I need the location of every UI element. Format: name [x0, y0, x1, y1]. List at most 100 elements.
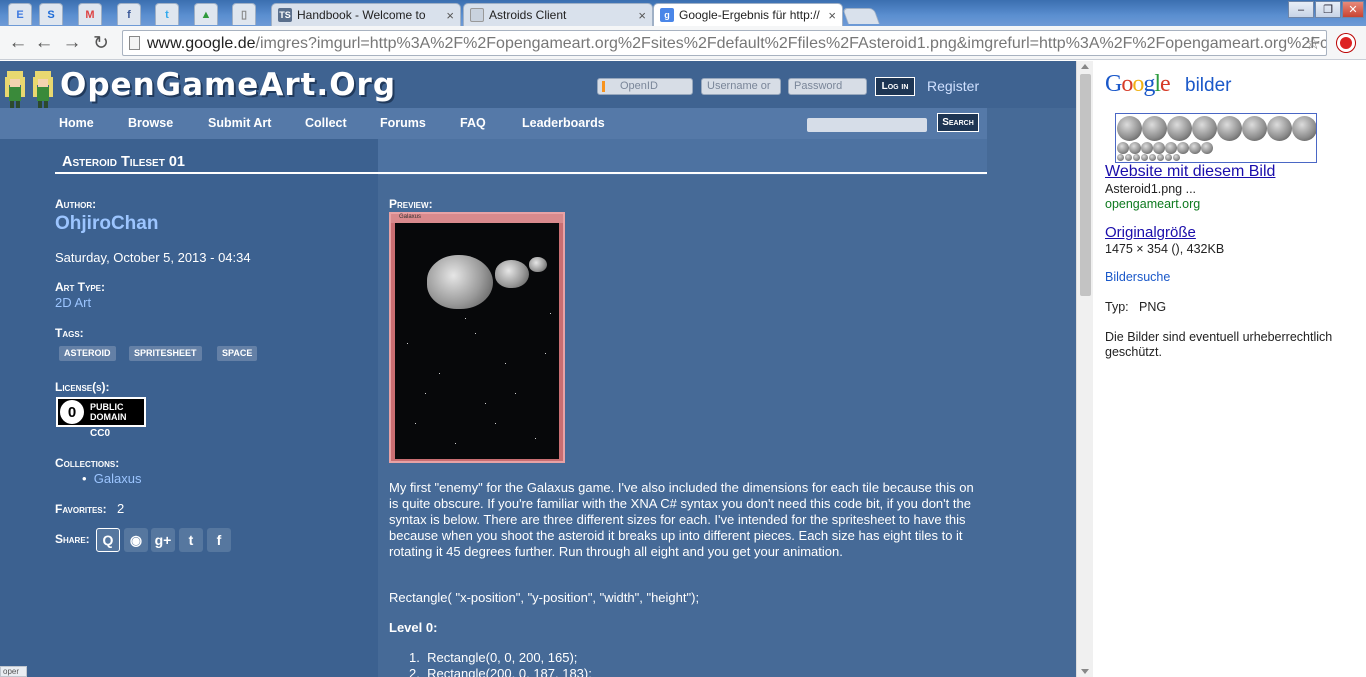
public-domain-text: PUBLIC DOMAIN [90, 402, 127, 422]
title-band [378, 139, 987, 175]
tab-astroids-client[interactable]: Astroids Client × [463, 3, 653, 26]
google-images-subtitle: bilder [1185, 75, 1232, 96]
preview-label: Preview: [389, 197, 433, 211]
handbook-favicon-icon: TS [278, 8, 292, 22]
image-search-link[interactable]: Bildersuche [1105, 270, 1170, 284]
image-thumbnail[interactable] [1115, 113, 1317, 163]
status-bar: oper [0, 666, 27, 677]
maximize-button[interactable]: ❐ [1315, 1, 1341, 18]
art-type-label: Art Type: [55, 280, 105, 294]
nav-faq[interactable]: FAQ [460, 116, 486, 130]
image-filename: Asteroid1.png ... [1105, 182, 1197, 196]
openid-share-icon[interactable]: Q [96, 528, 120, 552]
site-search-button[interactable]: Search [937, 113, 979, 132]
openid-icon [602, 81, 605, 92]
close-icon[interactable]: × [828, 8, 836, 23]
google-favicon-icon: g [660, 8, 674, 22]
forward-arrow-icon[interactable]: → [60, 31, 84, 55]
back-arrow-icon[interactable]: ← [6, 31, 30, 55]
code-line-2: 2. Rectangle(200, 0, 187, 183); [409, 666, 592, 677]
medium-asteroid [495, 260, 529, 288]
nav-forums[interactable]: Forums [380, 116, 426, 130]
favorites-label: Favorites: [55, 502, 107, 516]
twitter-icon[interactable]: t [179, 528, 203, 552]
close-icon[interactable]: × [638, 8, 646, 23]
art-type-link[interactable]: 2D Art [55, 295, 91, 310]
image-dimensions: 1475 × 354 (), 432KB [1105, 242, 1225, 256]
site-logo[interactable]: OpenGameArt.Org [60, 67, 396, 103]
opengameart-page: OpenGameArt.Org OpenID Username or Passw… [0, 61, 1076, 677]
tab-google-result[interactable]: g Google-Ergebnis für http:// × [653, 3, 843, 26]
scrollbar-thumb[interactable] [1080, 74, 1091, 296]
nav-submit-art[interactable]: Submit Art [208, 116, 271, 130]
pinned-tab-2[interactable]: S [39, 3, 63, 25]
nav-collect[interactable]: Collect [305, 116, 347, 130]
tag-spritesheet[interactable]: SPRITESHEET [129, 346, 202, 361]
collection-item: • Galaxus [82, 471, 142, 486]
copyright-note: Die Bilder sind eventuell urheberrechtli… [1105, 330, 1333, 359]
collection-link[interactable]: Galaxus [94, 471, 142, 486]
page-title: Asteroid Tileset 01 [62, 154, 185, 170]
preview-image[interactable]: Galaxus [389, 212, 565, 463]
page-scrollbar[interactable] [1076, 61, 1093, 677]
cc0-badge[interactable]: 0 PUBLIC DOMAIN [56, 397, 146, 427]
tag-space[interactable]: SPACE [217, 346, 258, 361]
minimize-button[interactable]: – [1288, 1, 1314, 18]
google-plus-icon[interactable]: g+ [151, 528, 175, 552]
post-date: Saturday, October 5, 2013 - 04:34 [55, 250, 251, 265]
collections-label: Collections: [55, 456, 120, 470]
large-asteroid [427, 255, 493, 309]
code-line-1: 1. Rectangle(0, 0, 200, 165); [409, 650, 578, 665]
register-link[interactable]: Register [927, 78, 979, 94]
site-search-input[interactable] [807, 118, 927, 132]
tags-label: Tags: [55, 326, 84, 340]
password-field[interactable]: Password [788, 78, 867, 95]
main-navigation: Home Browse Submit Art Collect Forums FA… [0, 108, 987, 139]
image-type: Typ: PNG [1105, 300, 1167, 314]
extension-stop-icon[interactable] [1334, 31, 1358, 55]
syntax-line: Rectangle( "x-position", "y-position", "… [389, 590, 700, 605]
address-bar[interactable]: www.google.de/imgres?imgurl=http%3A%2F%2… [122, 30, 1327, 56]
image-domain: opengameart.org [1105, 197, 1201, 211]
website-link[interactable]: Website mit diesem Bild [1105, 163, 1275, 181]
back-arrow-icon-2[interactable]: ← [32, 31, 56, 55]
tab-strip: E S M f t ▲ ▯ TS Handbook - Welcome to ×… [0, 0, 1366, 26]
author-link[interactable]: OhjiroChan [55, 213, 158, 235]
username-field[interactable]: Username or [701, 78, 781, 95]
reddit-icon[interactable]: ◉ [124, 528, 148, 552]
close-icon[interactable]: × [446, 8, 454, 23]
space-scene [395, 223, 559, 459]
gmail-tab[interactable]: M [78, 3, 102, 25]
level-heading: Level 0: [389, 620, 438, 635]
nav-leaderboards[interactable]: Leaderboards [522, 116, 605, 130]
preview-window-title: Galaxus [391, 214, 563, 223]
license-label: License(s): [55, 380, 110, 394]
nav-home[interactable]: Home [59, 116, 94, 130]
tag-asteroid[interactable]: ASTEROID [59, 346, 116, 361]
small-asteroid [529, 257, 547, 272]
facebook-icon[interactable]: f [207, 528, 231, 552]
zero-icon: 0 [60, 400, 84, 424]
tab-handbook[interactable]: TS Handbook - Welcome to × [271, 3, 461, 26]
reload-icon[interactable]: ↻ [89, 31, 113, 55]
share-label: Share: [55, 532, 90, 546]
page-favicon-icon [470, 8, 484, 22]
new-tab-button[interactable] [842, 8, 880, 24]
author-label: Author: [55, 197, 97, 211]
original-size-link[interactable]: Originalgröße [1105, 224, 1196, 241]
nav-browse[interactable]: Browse [128, 116, 173, 130]
drive-tab[interactable]: ▲ [194, 3, 218, 25]
window-close-button[interactable]: ✕ [1342, 1, 1364, 18]
twitter-tab[interactable]: t [155, 3, 179, 25]
bookmark-star-icon[interactable]: ☆ [1301, 31, 1325, 55]
google-images-panel: Google bilder Website mit diesem Bild As… [1093, 61, 1366, 677]
blank-tab[interactable]: ▯ [232, 3, 256, 25]
login-button[interactable]: Log in [875, 77, 915, 96]
google-logo[interactable]: Google [1105, 71, 1171, 98]
openid-field[interactable]: OpenID [597, 78, 693, 95]
pinned-tab-1[interactable]: E [8, 3, 32, 25]
facebook-tab[interactable]: f [117, 3, 141, 25]
title-divider [55, 172, 987, 174]
favorites-count: 2 [117, 501, 125, 516]
browser-toolbar: ← ← → ↻ www.google.de/imgres?imgurl=http… [0, 26, 1366, 60]
